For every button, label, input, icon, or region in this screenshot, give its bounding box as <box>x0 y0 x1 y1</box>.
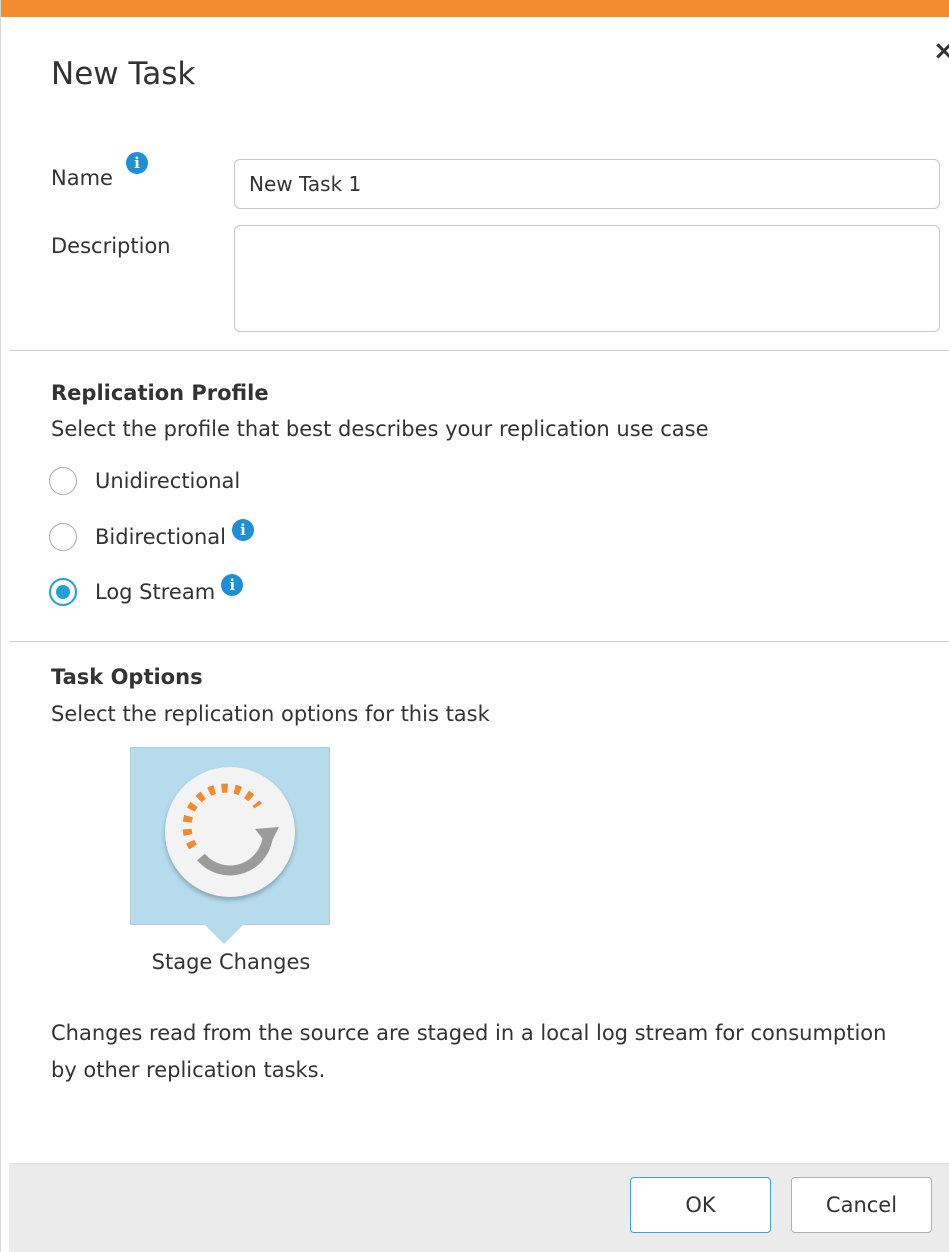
radio-button[interactable] <box>49 523 77 551</box>
name-info-icon[interactable]: i <box>126 152 148 174</box>
radio-unidirectional[interactable]: Unidirectional <box>49 466 240 496</box>
radio-button[interactable] <box>49 467 77 495</box>
name-input[interactable] <box>234 159 940 209</box>
stage-changes-label: Stage Changes <box>151 950 311 974</box>
description-input[interactable] <box>234 225 940 332</box>
log-stream-info-icon[interactable]: i <box>221 574 244 596</box>
replication-profile-subtitle: Select the profile that best describes y… <box>51 417 709 441</box>
dialog-title: New Task <box>51 56 196 92</box>
close-icon[interactable]: × <box>933 38 949 64</box>
radio-log-stream[interactable]: Log Stream i <box>49 574 244 607</box>
cancel-button[interactable]: Cancel <box>791 1177 932 1233</box>
tile-selected-pointer <box>204 924 244 944</box>
radio-label: Bidirectional <box>95 525 226 549</box>
section-divider <box>9 350 949 351</box>
task-option-description: Changes read from the source are staged … <box>51 1021 887 1082</box>
ok-button[interactable]: OK <box>630 1177 771 1233</box>
stage-changes-icon <box>182 783 279 876</box>
replication-profile-title: Replication Profile <box>51 381 269 405</box>
name-label: Name <box>51 166 113 190</box>
radio-button-selected[interactable] <box>49 578 77 606</box>
radio-label: Log Stream <box>95 580 216 604</box>
description-label: Description <box>51 234 171 258</box>
dialog-accent-bar <box>1 0 949 17</box>
task-options-title: Task Options <box>51 665 203 689</box>
radio-label: Unidirectional <box>95 469 241 493</box>
radio-bidirectional[interactable]: Bidirectional i <box>49 519 254 552</box>
task-options-subtitle: Select the replication options for this … <box>51 702 490 726</box>
bidirectional-info-icon[interactable]: i <box>231 519 254 541</box>
new-task-dialog: × New Task Name i Description Replicatio… <box>0 0 949 1252</box>
section-divider <box>9 641 949 642</box>
